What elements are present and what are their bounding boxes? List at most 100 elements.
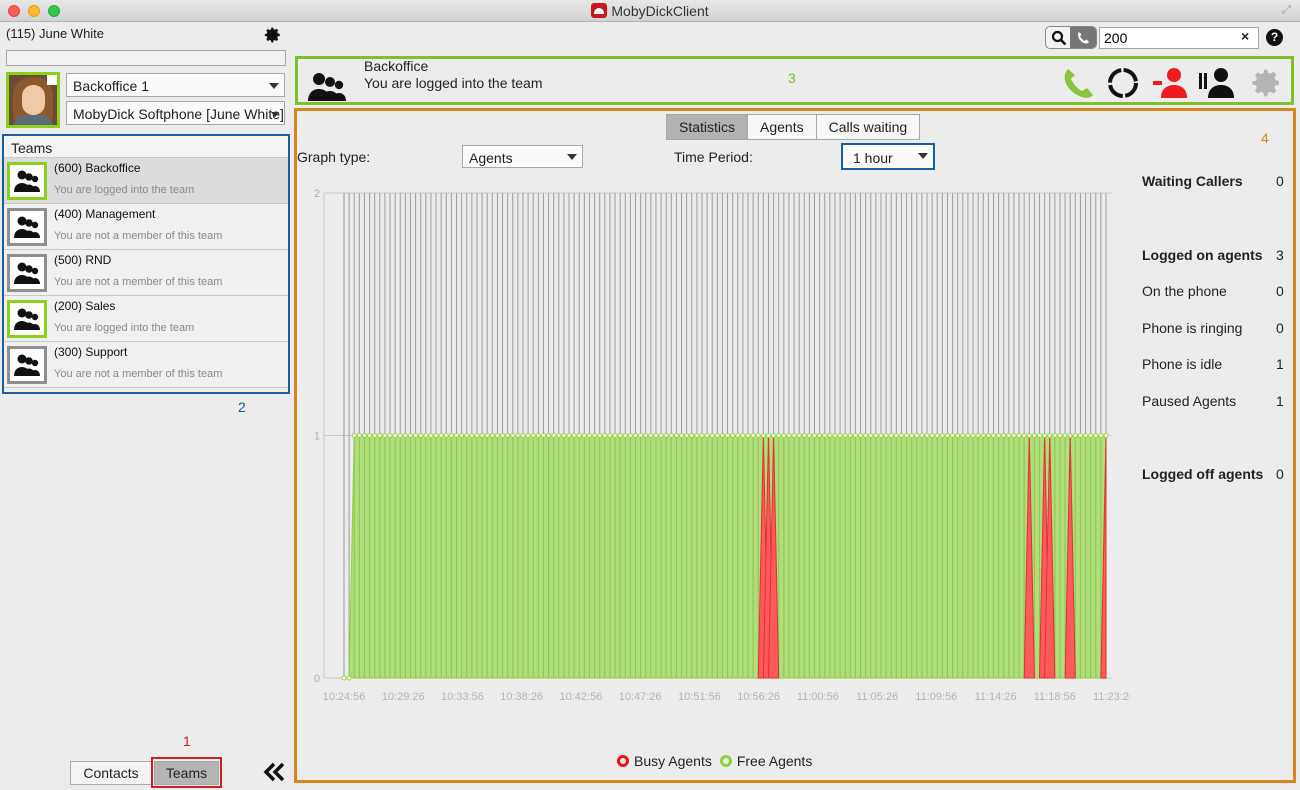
free-agents-point: [868, 433, 874, 438]
free-agents-point: [602, 433, 608, 438]
free-agents-point: [944, 433, 950, 438]
free-agents-point: [837, 433, 843, 438]
stat-value-logged-off: 0: [1276, 466, 1284, 482]
free-agents-point: [668, 433, 674, 438]
free-agents-point: [776, 433, 782, 438]
free-agents-point: [612, 433, 618, 438]
callout-2: 2: [238, 399, 246, 415]
graph-type-select[interactable]: Agents: [462, 145, 583, 168]
free-agents-point: [1047, 433, 1053, 438]
teams-button[interactable]: Teams: [154, 761, 219, 785]
free-agents-point: [714, 433, 720, 438]
free-agents-point: [760, 433, 766, 438]
y-tick-label: 0: [314, 673, 320, 685]
free-agents-point: [904, 433, 910, 438]
stat-label-logged-off: Logged off agents: [1142, 466, 1264, 482]
contacts-button[interactable]: Contacts: [70, 761, 152, 785]
time-period-select[interactable]: 1 hour: [841, 143, 935, 170]
free-agents-point: [970, 433, 976, 438]
search-mode-toggle[interactable]: [1045, 26, 1097, 49]
x-tick-label: 11:23:26: [1093, 691, 1130, 703]
free-agents-point: [387, 433, 393, 438]
free-agents-point: [1031, 433, 1037, 438]
free-agents-point: [832, 433, 838, 438]
free-agents-point: [929, 433, 935, 438]
free-agents-point: [801, 433, 807, 438]
team-name: (500) RND: [54, 253, 112, 267]
free-agents-point: [765, 433, 771, 438]
tab-agents[interactable]: Agents: [747, 114, 817, 140]
chart-legend: Busy Agents Free Agents: [617, 753, 820, 769]
free-agents-point: [540, 433, 546, 438]
busy-legend-marker: [617, 755, 629, 767]
free-agents-point: [985, 433, 991, 438]
pause-agent-icon[interactable]: [1198, 66, 1234, 100]
settings-gear-icon[interactable]: [264, 26, 282, 44]
search-icon[interactable]: [1051, 30, 1067, 46]
free-agents-point: [822, 433, 828, 438]
device-select[interactable]: MobyDick Softphone [June White]: [66, 101, 285, 125]
free-agents-point: [755, 433, 761, 438]
free-agents-point: [934, 433, 940, 438]
free-agents-point: [367, 433, 373, 438]
clear-search-icon[interactable]: ×: [1241, 28, 1249, 44]
fullscreen-icon[interactable]: ⤢: [1282, 4, 1294, 16]
free-legend-marker: [719, 755, 732, 767]
free-agents-point: [520, 433, 526, 438]
agents-chart: 0 1 2 10:24:56 10:29:26 10:33:56 10:38:26 10:42…: [314, 188, 1130, 703]
team-item-management[interactable]: (400) Management You are not a member of…: [4, 204, 288, 250]
team-name: (400) Management: [54, 207, 156, 221]
avatar[interactable]: [6, 72, 60, 128]
team-people-icon: [7, 346, 47, 384]
tab-statistics[interactable]: Statistics: [666, 114, 749, 140]
refresh-circle-icon[interactable]: [1106, 66, 1140, 100]
free-agents-point: [673, 433, 679, 438]
team-people-icon: [7, 300, 47, 338]
free-agents-point: [1072, 433, 1078, 438]
stat-label-on-phone: On the phone: [1142, 283, 1227, 299]
free-agents-point: [745, 433, 751, 438]
tab-calls-waiting[interactable]: Calls waiting: [815, 114, 921, 140]
free-agents-point: [873, 433, 879, 438]
free-agents-point: [505, 433, 511, 438]
free-agents-point: [566, 433, 572, 438]
team-select[interactable]: Backoffice 1: [66, 73, 285, 97]
free-agents-point: [878, 433, 884, 438]
x-tick-label: 10:38:26: [500, 691, 543, 703]
x-tick-label: 10:33:56: [441, 691, 484, 703]
free-agents-point: [679, 433, 685, 438]
team-header-status: You are logged into the team: [364, 75, 543, 91]
x-tick-label: 10:56:26: [737, 691, 780, 703]
free-agents-point: [806, 433, 812, 438]
free-agents-point: [771, 433, 777, 438]
free-agents-point: [1001, 433, 1007, 438]
free-agents-point: [735, 433, 741, 438]
team-item-backoffice[interactable]: (600) Backoffice You are logged into the…: [4, 158, 288, 204]
settings-gear-icon[interactable]: [1251, 67, 1283, 99]
logout-agent-icon[interactable]: [1152, 66, 1188, 100]
free-agents-point: [1103, 433, 1109, 438]
phone-call-icon[interactable]: [1060, 66, 1096, 100]
free-agents-point: [658, 433, 664, 438]
chevron-down-icon: [918, 153, 928, 159]
free-agents-point: [950, 433, 956, 438]
team-item-support[interactable]: (300) Support You are not a member of th…: [4, 342, 288, 388]
help-icon[interactable]: ?: [1266, 29, 1283, 46]
free-agents-point: [571, 433, 577, 438]
phone-search-segment[interactable]: [1070, 27, 1096, 48]
search-input[interactable]: [1099, 27, 1259, 49]
team-item-rnd[interactable]: (500) RND You are not a member of this t…: [4, 250, 288, 296]
free-agents-point: [633, 433, 639, 438]
free-agents-point: [382, 433, 388, 438]
free-agents-point: [581, 433, 587, 438]
free-agents-point: [392, 433, 398, 438]
x-tick-label: 11:14:26: [975, 691, 1017, 703]
collapse-panel-icon[interactable]: [263, 762, 287, 782]
free-agents-point: [459, 433, 465, 438]
time-period-value: 1 hour: [853, 150, 893, 166]
free-agents-point: [402, 433, 408, 438]
free-agents-point: [479, 433, 485, 438]
team-item-sales[interactable]: (200) Sales You are logged into the team: [4, 296, 288, 342]
free-agents-point: [438, 433, 444, 438]
free-agents-point: [893, 433, 899, 438]
